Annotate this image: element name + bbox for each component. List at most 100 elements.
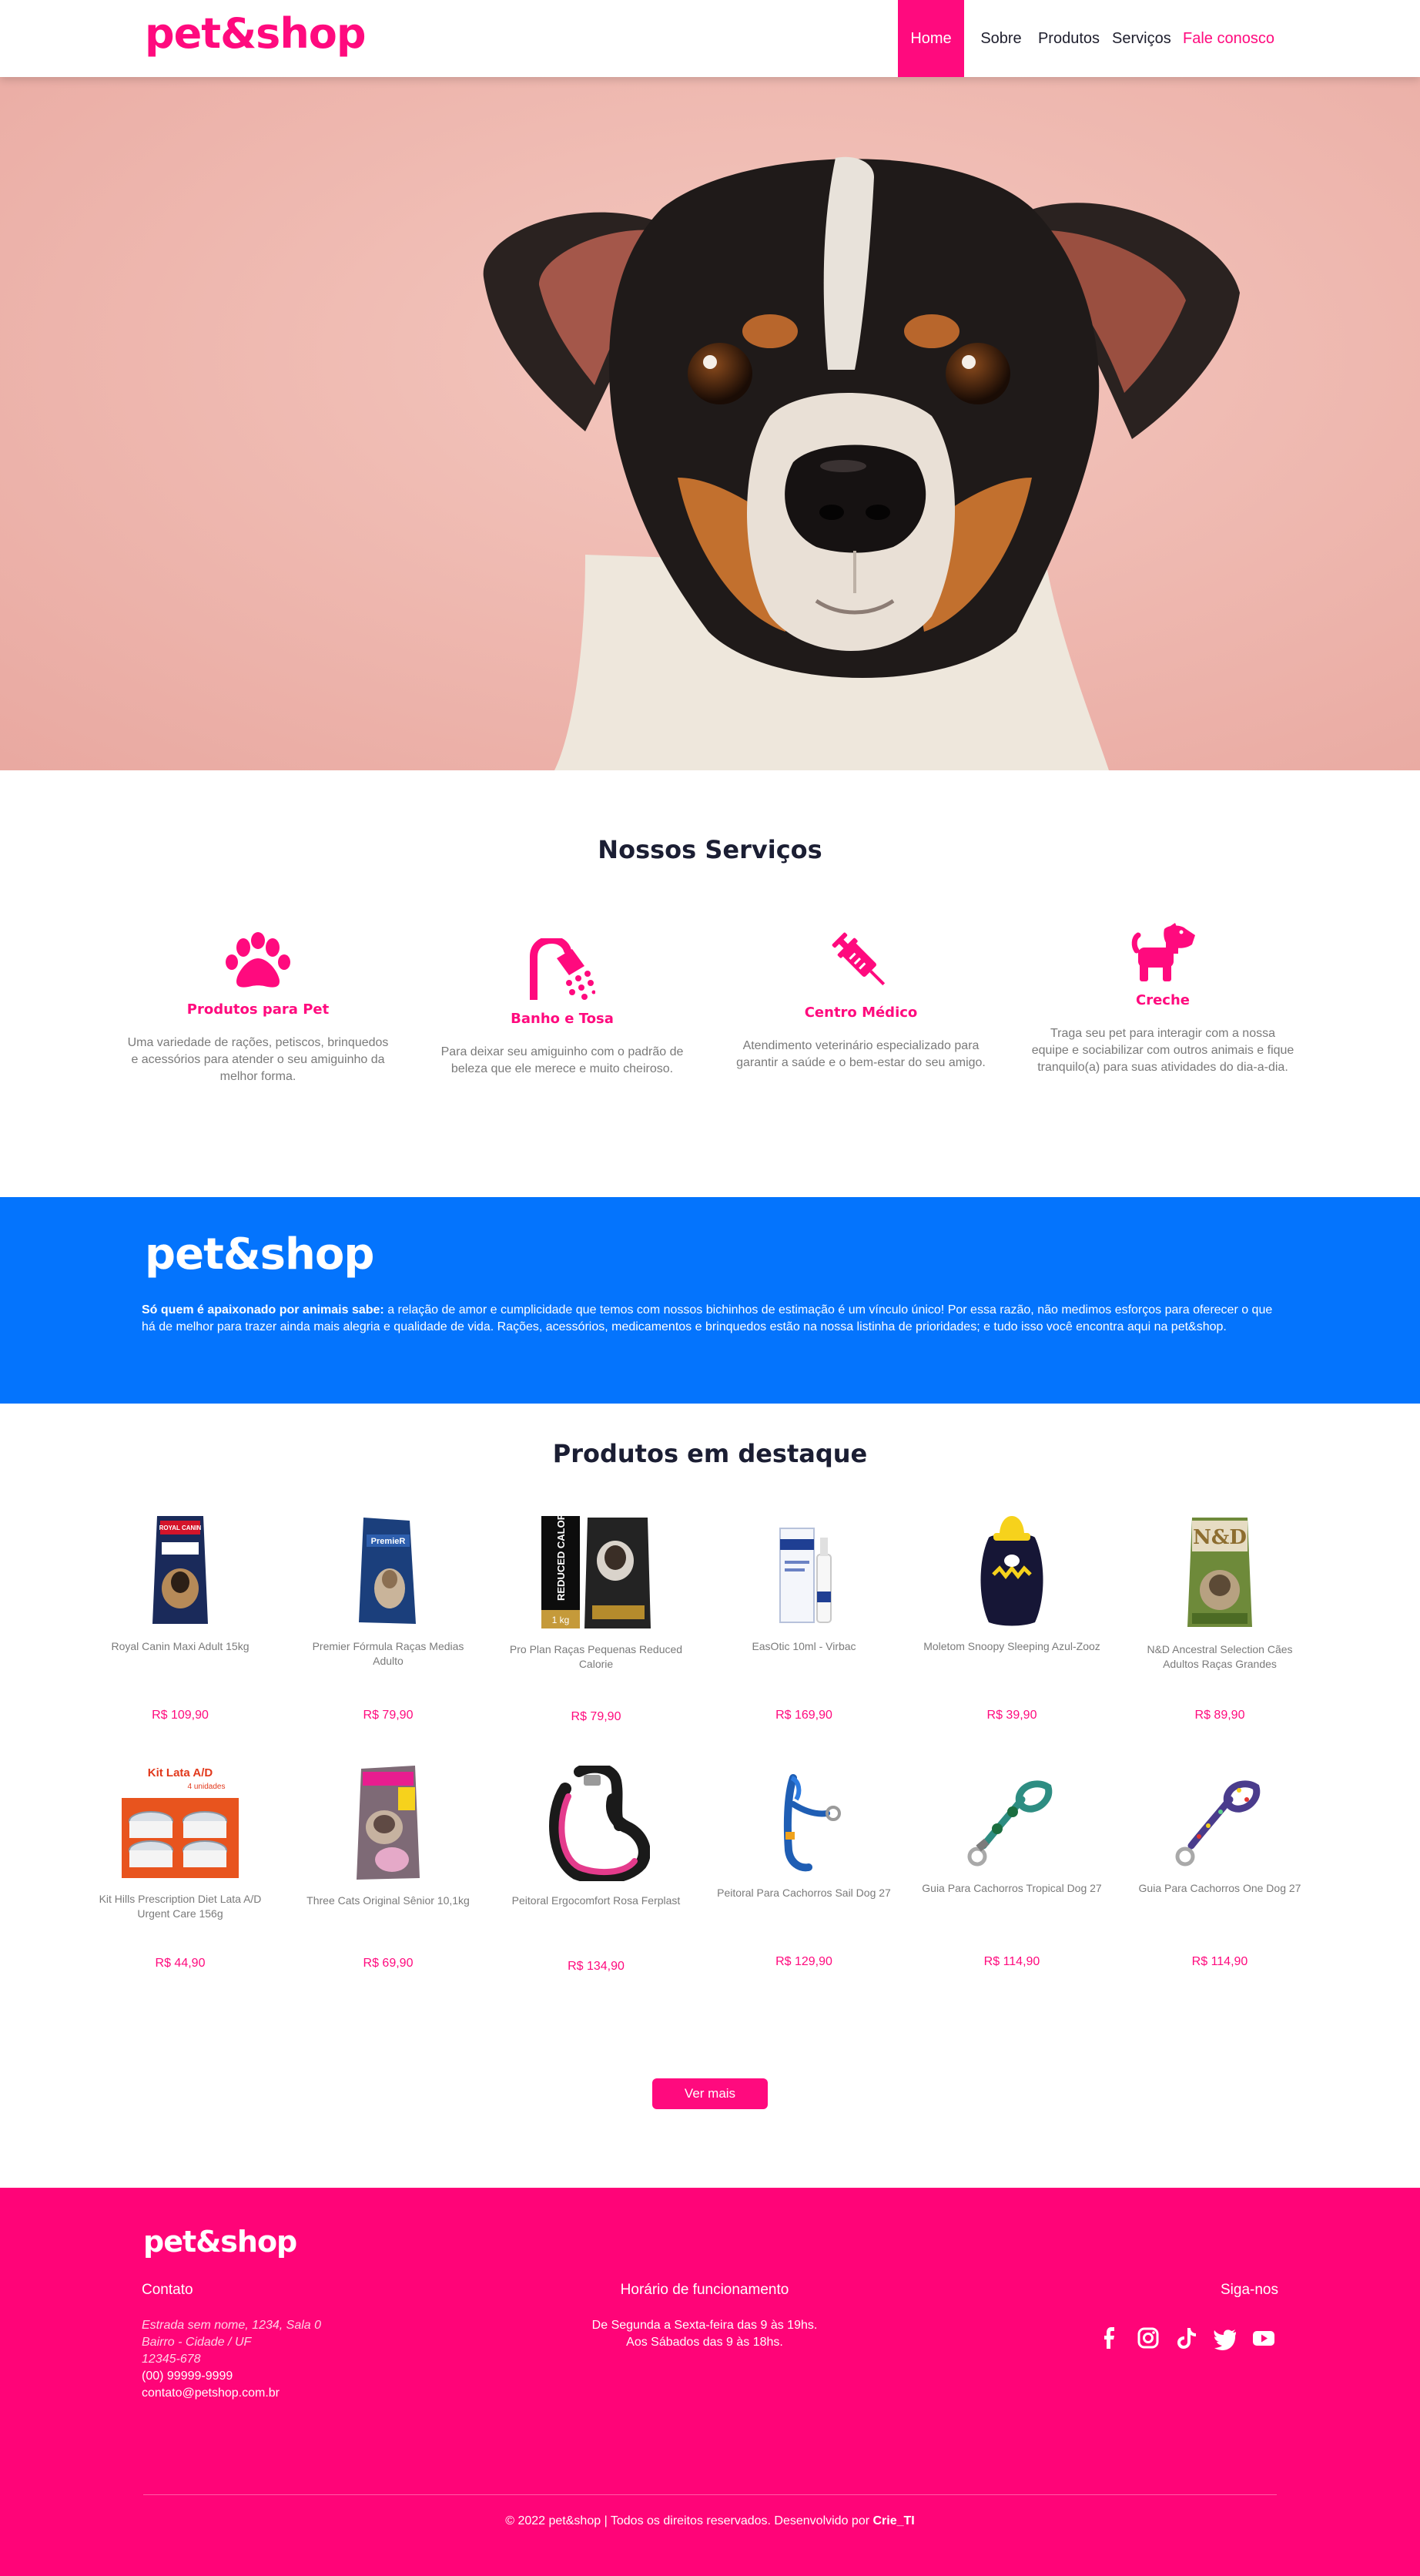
youtube-icon[interactable] (1251, 2325, 1277, 2351)
product-price: R$ 79,90 (571, 1710, 621, 1723)
instagram-icon[interactable] (1135, 2325, 1161, 2351)
social-links (1097, 2325, 1281, 2351)
header-logo[interactable]: pet&shop (145, 9, 367, 58)
nav-produtos[interactable]: Produtos (1035, 0, 1103, 77)
nav-sobre[interactable]: Sobre (976, 0, 1026, 77)
product-price: R$ 39,90 (986, 1709, 1037, 1722)
nav-home[interactable]: Home (898, 0, 964, 77)
footer-copyright: © 2022 pet&shop | Todos os direitos rese… (0, 2514, 1420, 2528)
service-name: Creche (1136, 992, 1190, 1008)
product-image-guia-tropical (967, 1780, 1053, 1867)
hero-banner (0, 77, 1420, 770)
product-card[interactable]: ROYAL CANIN Royal Canin Maxi Adult 15kg … (89, 1511, 271, 1722)
product-price: R$ 169,90 (775, 1709, 832, 1722)
product-name: Peitoral Para Cachorros Sail Dog 27 (717, 1887, 891, 1899)
product-image-peitoral-sail (783, 1774, 841, 1872)
product-card[interactable]: Peitoral Para Cachorros Sail Dog 27 R$ 1… (713, 1773, 895, 1968)
about-logo: pet&shop (145, 1229, 374, 1280)
footer-divider (143, 2494, 1277, 2495)
service-card-banho: Banho e Tosa Para deixar seu amiguinho c… (424, 938, 701, 1078)
ver-mais-button[interactable]: Ver mais (652, 2078, 768, 2109)
product-card[interactable]: N&D N&D Ancestral Selection Cães Adultos… (1129, 1514, 1311, 1722)
product-card[interactable]: Three Cats Original Sênior 10,1kg R$ 69,… (297, 1764, 479, 1970)
product-card[interactable]: PremieR Premier Fórmula Raças Medias Adu… (297, 1514, 479, 1722)
product-name: Guia Para Cachorros Tropical Dog 27 (922, 1882, 1102, 1894)
product-image-nd: N&D (1187, 1518, 1252, 1627)
product-card[interactable]: Guia Para Cachorros One Dog 27 R$ 114,90 (1129, 1776, 1311, 1968)
product-name: Royal Canin Maxi Adult 15kg (111, 1640, 250, 1652)
tiktok-icon[interactable] (1174, 2325, 1200, 2351)
pack-subtitle: 4 unidades (188, 1783, 226, 1791)
site-header: pet&shop Home Sobre Produtos Serviços Fa… (0, 0, 1420, 77)
paw-icon (226, 932, 290, 988)
service-name: Produtos para Pet (186, 1001, 330, 1018)
footer-social-title: Siga-nos (1221, 2282, 1278, 2298)
twitter-icon[interactable] (1212, 2325, 1238, 2351)
developer-link[interactable]: Crie_TI (873, 2514, 915, 2527)
copyright-text: © 2022 pet&shop | Todos os direitos rese… (505, 2514, 873, 2527)
product-price: R$ 114,90 (1191, 1955, 1248, 1968)
pack-label: PremieR (371, 1537, 406, 1546)
product-name: Kit Hills Prescription Diet Lata A/D Urg… (99, 1893, 262, 1920)
product-image-three-cats (357, 1766, 420, 1880)
main-nav: Home Sobre Produtos Serviços Fale conosc… (898, 0, 1420, 77)
service-desc: Traga seu pet para interagir com a nossa… (1031, 1027, 1294, 1074)
pack-title: Kit Lata A/D (148, 1766, 213, 1779)
product-name: EasOtic 10ml - Virbac (752, 1640, 856, 1652)
hero-dog-photo (0, 77, 1420, 770)
product-image-easotic (779, 1528, 832, 1623)
services-title: Nossos Serviços (598, 835, 822, 864)
contact-phone[interactable]: (00) 99999-9999 (142, 2368, 465, 2385)
product-price: R$ 114,90 (983, 1955, 1040, 1968)
service-desc: Atendimento veterinário especializado pa… (736, 1039, 986, 1069)
contact-zip: 12345-678 (142, 2353, 201, 2366)
product-image-proplan: REDUCED CALORIE 1 kg (541, 1514, 651, 1628)
product-card[interactable]: EasOtic 10ml - Virbac R$ 169,90 (713, 1514, 895, 1722)
product-card[interactable]: Guia Para Cachorros Tropical Dog 27 R$ 1… (921, 1776, 1103, 1968)
product-name: Three Cats Original Sênior 10,1kg (306, 1894, 470, 1907)
product-name: Peitoral Ergocomfort Rosa Ferplast (511, 1894, 681, 1907)
dog-icon (1131, 923, 1195, 981)
service-desc: Para deixar seu amiguinho com o padrão d… (440, 1045, 684, 1075)
product-image-moletom (980, 1516, 1043, 1626)
facebook-icon[interactable] (1097, 2325, 1123, 2351)
product-image-royal-canin: ROYAL CANIN (152, 1516, 208, 1624)
contact-email[interactable]: contato@petshop.com.br (142, 2385, 465, 2402)
about-text: Só quem é apaixonado por animais sabe: a… (142, 1302, 1278, 1336)
footer-logo: pet&shop (143, 2225, 297, 2259)
service-card-medico: Centro Médico Atendimento veterinário es… (722, 929, 1000, 1072)
nav-fale-conosco[interactable]: Fale conosco (1183, 0, 1274, 77)
product-price: R$ 44,90 (155, 1957, 206, 1970)
pack-label: REDUCED CALORIE (555, 1514, 567, 1601)
pack-label: ROYAL CANIN (159, 1524, 202, 1531)
about-band: pet&shop Só quem é apaixonado por animai… (0, 1197, 1420, 1404)
product-price: R$ 109,90 (152, 1709, 209, 1722)
product-price: R$ 69,90 (363, 1957, 414, 1970)
syringe-icon (832, 932, 886, 986)
shower-icon (530, 938, 595, 1000)
product-name: Guia Para Cachorros One Dog 27 (1138, 1882, 1301, 1894)
product-card[interactable]: Kit Lata A/D 4 unidades Kit Hills Prescr… (89, 1766, 271, 1970)
service-desc: Uma variedade de rações, petiscos, brinq… (127, 1036, 389, 1083)
product-name: N&D Ancestral Selection Cães Adultos Raç… (1147, 1643, 1293, 1670)
product-image-peitoral-rosa (549, 1766, 650, 1881)
nav-servicos[interactable]: Serviços (1112, 0, 1171, 77)
product-price: R$ 89,90 (1194, 1709, 1245, 1722)
product-card[interactable]: Peitoral Ergocomfort Rosa Ferplast R$ 13… (505, 1766, 687, 1973)
product-card[interactable]: REDUCED CALORIE 1 kg Pro Plan Raças Pequ… (505, 1514, 687, 1723)
about-lead: Só quem é apaixonado por animais sabe: (142, 1303, 384, 1317)
service-card-creche: Creche Traga seu pet para interagir com … (1024, 923, 1301, 1076)
product-image-guia-one-dog (1175, 1780, 1261, 1867)
products-title: Produtos em destaque (552, 1439, 868, 1468)
service-card-produtos: Produtos para Pet Uma variedade de raçõe… (119, 932, 397, 1085)
product-name: Premier Fórmula Raças Medias Adulto (312, 1640, 464, 1667)
service-name: Banho e Tosa (511, 1011, 614, 1027)
product-price: R$ 134,90 (568, 1960, 625, 1973)
product-name: Pro Plan Raças Pequenas Reduced Calorie (509, 1643, 683, 1670)
product-image-hills: Kit Lata A/D 4 unidades (122, 1766, 239, 1878)
site-footer: pet&shop Contato Estrada sem nome, 1234,… (0, 2188, 1420, 2576)
product-card[interactable]: Moletom Snoopy Sleeping Azul-Zooz R$ 39,… (921, 1514, 1103, 1722)
pack-label: N&D (1193, 1526, 1247, 1549)
pack-weight: 1 kg (552, 1615, 570, 1625)
product-image-premier: PremieR (359, 1518, 416, 1624)
